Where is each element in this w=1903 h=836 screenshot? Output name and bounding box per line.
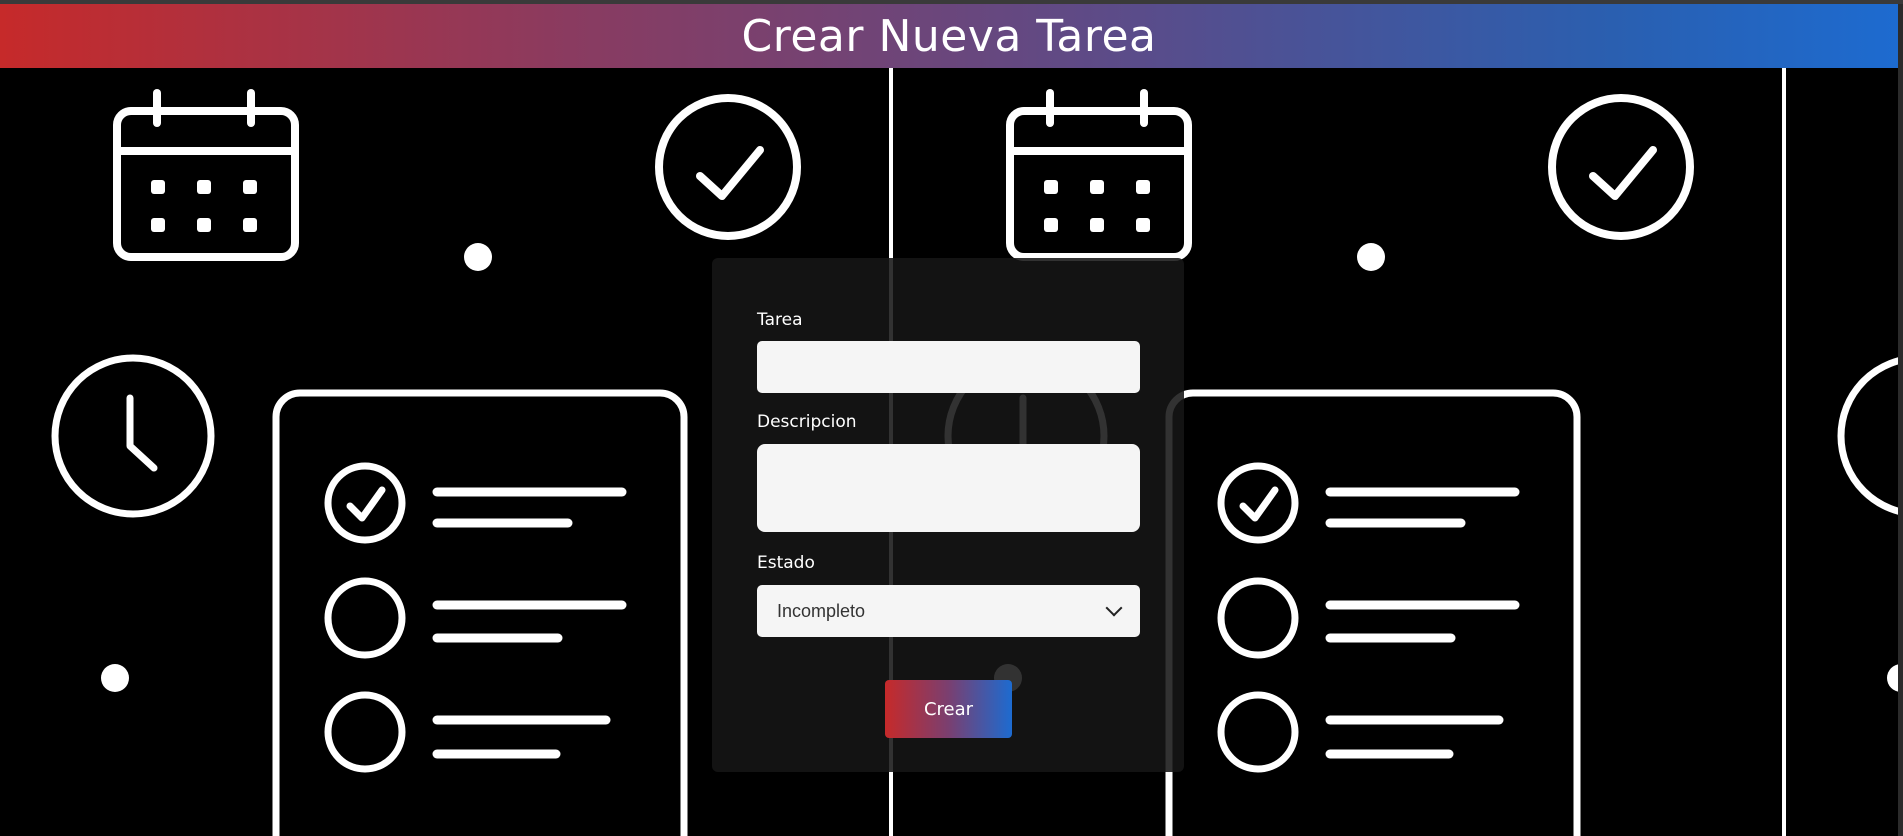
scrollbar-track[interactable] [1898,4,1903,836]
task-label: Tarea [757,310,803,330]
status-select[interactable]: Incompleto [757,585,1140,637]
checklist-icon [1165,389,1581,836]
decor-dot [101,664,129,692]
description-label: Descripcion [757,412,857,432]
checklist-icon [272,389,688,836]
calendar-icon [1006,89,1192,261]
decor-dot [1887,664,1898,692]
check-circle-icon [655,94,801,240]
clock-icon [51,354,215,518]
create-button[interactable]: Crear [885,680,1012,738]
pattern-tile [1837,357,1898,692]
status-selected-value: Incompleto [777,600,866,621]
chevron-down-icon [1105,599,1123,617]
page-title: Crear Nueva Tarea [741,10,1157,62]
check-circle-icon [1548,94,1694,240]
create-task-form: Tarea Descripcion Estado Incompleto Crea… [712,258,1184,772]
task-input[interactable] [757,341,1140,393]
page-header: Crear Nueva Tarea [0,4,1898,68]
status-label: Estado [757,553,815,573]
description-textarea[interactable] [757,444,1140,532]
calendar-icon [113,89,299,261]
clock-icon [1837,357,1898,515]
decor-dot [1357,243,1385,271]
decor-dot [464,243,492,271]
